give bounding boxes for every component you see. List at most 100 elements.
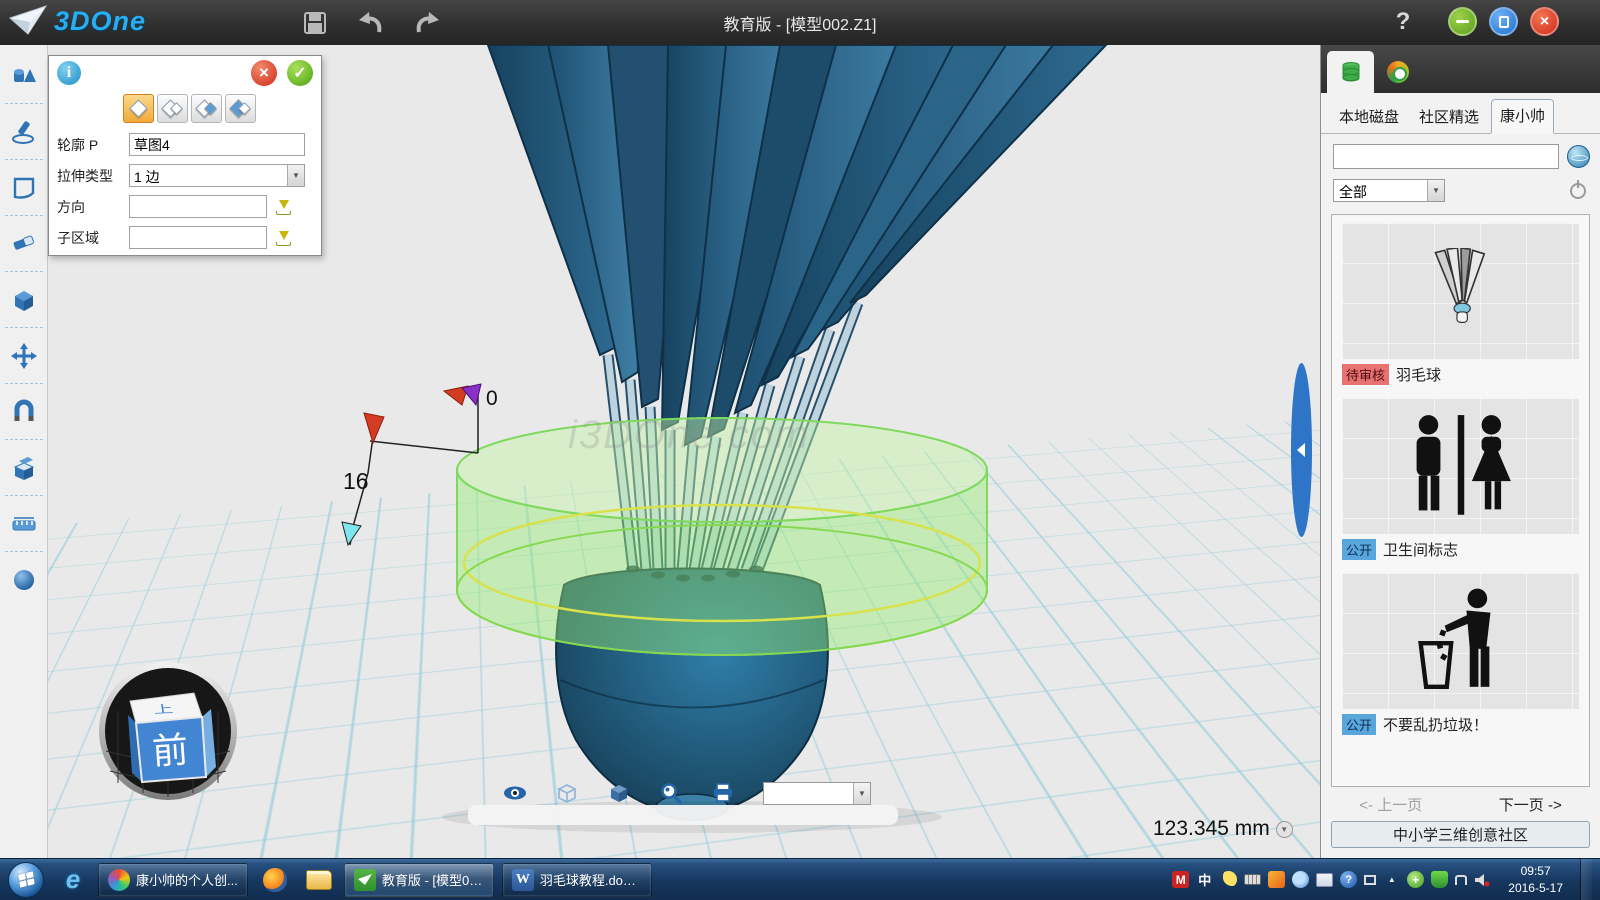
sidebar-collapse-handle[interactable]: [1291, 363, 1312, 537]
toolbar-separator: [5, 271, 43, 272]
watermark: i3DOne.com: [568, 413, 928, 458]
maximize-button[interactable]: [1489, 7, 1518, 36]
moon-tray-icon[interactable]: [1220, 871, 1237, 888]
sidebar-tabstrip: [1321, 45, 1600, 93]
taskbar-app-3done[interactable]: 教育版 - [模型00...: [344, 863, 494, 897]
list-item-no-littering[interactable]: 公开 不要乱扔垃圾！: [1342, 573, 1579, 735]
dialog-cancel-button[interactable]: ×: [251, 60, 277, 86]
extrude-mode-base[interactable]: [123, 94, 154, 123]
dialog-confirm-button[interactable]: ✓: [287, 60, 313, 86]
profile-row: 轮廓 P: [49, 129, 321, 160]
measurement-readout: 123.345 mm ▼: [1153, 817, 1293, 841]
extrude-mode-add[interactable]: [157, 94, 188, 123]
volume-muted-tray-icon[interactable]: [1474, 871, 1491, 888]
wireframe-cube-icon[interactable]: [555, 781, 579, 805]
extrude-mode-row: [49, 90, 321, 129]
edit-sketch-tool[interactable]: [2, 163, 46, 212]
prev-page-button[interactable]: <- 上一页: [1359, 794, 1422, 815]
window-title: 教育版 - [模型002.Z1]: [0, 0, 1600, 45]
drag-cone-red[interactable]: [364, 413, 384, 443]
search-input[interactable]: [1333, 144, 1559, 169]
extrude-type-select[interactable]: 1 边 ▼: [129, 164, 305, 187]
print-icon[interactable]: [711, 781, 735, 805]
erase-tool[interactable]: [2, 219, 46, 268]
feature-tool[interactable]: [2, 275, 46, 324]
keyboard-tray-icon[interactable]: [1244, 874, 1261, 885]
view-preset-dropdown[interactable]: ▼: [763, 782, 871, 805]
toolbar-separator: [5, 383, 43, 384]
redo-icon[interactable]: [412, 8, 442, 38]
extrude-mode-subtract[interactable]: [191, 94, 222, 123]
window-tray-icon[interactable]: [1364, 875, 1376, 885]
item-label: 卫生间标志: [1383, 539, 1458, 560]
subregion-input[interactable]: [129, 226, 267, 249]
community-icon: [1387, 61, 1409, 83]
profile-input[interactable]: [129, 133, 305, 156]
show-hidden-icons[interactable]: ▲: [1383, 871, 1400, 888]
zoom-search-icon[interactable]: [659, 781, 683, 805]
shuttlecock-thumbnail: [1342, 223, 1579, 359]
refresh-power-icon[interactable]: [1570, 183, 1586, 199]
tray-clock[interactable]: 09:57 2016-5-17: [1498, 863, 1573, 895]
show-desktop-button[interactable]: [1580, 859, 1592, 900]
help-button[interactable]: ?: [1388, 8, 1418, 38]
subregion-label: 子区域: [57, 228, 129, 248]
measurement-expander-icon[interactable]: ▼: [1276, 821, 1293, 838]
material-tool[interactable]: [2, 555, 46, 604]
pagination: <- 上一页 下一页 ->: [1321, 791, 1600, 817]
move-tool[interactable]: [2, 331, 46, 380]
tab-community-picks[interactable]: 社区精选: [1411, 101, 1487, 133]
taskbar-app-personal[interactable]: 康小帅的个人创...: [98, 863, 248, 897]
ime-tray-icon[interactable]: 中: [1196, 871, 1213, 888]
visibility-eye-icon[interactable]: [503, 781, 527, 805]
start-button[interactable]: [8, 862, 44, 898]
ie-taskbar-icon[interactable]: e: [54, 863, 92, 897]
extrude-mode-intersect[interactable]: [225, 94, 256, 123]
mail-tray-icon[interactable]: M: [1172, 871, 1189, 888]
taskbar-app-word[interactable]: W 羽毛球教程.docx ...: [502, 863, 652, 897]
view-cube[interactable]: 前 上: [98, 661, 238, 801]
solid-cube-icon[interactable]: [607, 781, 631, 805]
safety-tray-icon[interactable]: +: [1407, 871, 1424, 888]
tab-local-disk[interactable]: 本地磁盘: [1331, 101, 1407, 133]
profile-label: 轮廓 P: [57, 135, 129, 155]
primitives-tool[interactable]: [2, 51, 46, 100]
tab-user-kangxiaoshuai[interactable]: 康小帅: [1491, 99, 1554, 134]
community-site-button[interactable]: 中小学三维创意社区: [1331, 821, 1590, 848]
search-doc-tray-icon[interactable]: [1292, 871, 1309, 888]
toolbar-separator: [5, 159, 43, 160]
minimize-button[interactable]: [1448, 7, 1477, 36]
help-tray-icon[interactable]: ?: [1340, 871, 1357, 888]
tab-community[interactable]: [1374, 51, 1421, 93]
direction-row: 方向: [49, 191, 321, 222]
network-tray-icon[interactable]: [1455, 875, 1467, 885]
undo-icon[interactable]: [356, 8, 386, 38]
sketch-rect-icon: [11, 175, 37, 201]
measurement-value: 123.345 mm: [1153, 817, 1270, 841]
constraint-tool[interactable]: [2, 387, 46, 436]
direction-pick-icon[interactable]: [275, 198, 293, 216]
tab-library[interactable]: [1327, 51, 1374, 93]
notes-tray-icon[interactable]: [1316, 873, 1333, 887]
category-filter-select[interactable]: 全部 ▼: [1333, 179, 1445, 202]
drag-handle-cyan[interactable]: [342, 522, 361, 545]
extrude-dialog: i × ✓ 轮廓 P 拉伸类型 1 边 ▼ 方向 子区域: [48, 55, 322, 256]
measure-tool[interactable]: [2, 499, 46, 548]
direction-input[interactable]: [129, 195, 267, 218]
list-item-restroom[interactable]: 公开 卫生间标志: [1342, 398, 1579, 560]
subregion-pick-icon[interactable]: [275, 229, 293, 247]
resource-sidebar: 本地磁盘 社区精选 康小帅 全部 ▼: [1320, 45, 1600, 858]
sogou-tray-icon[interactable]: [1268, 871, 1285, 888]
explorer-taskbar-icon[interactable]: [300, 863, 338, 897]
sketch-tool[interactable]: [2, 107, 46, 156]
shield-tray-icon[interactable]: [1431, 871, 1448, 888]
search-globe-icon[interactable]: [1567, 145, 1590, 168]
list-item-shuttlecock[interactable]: 待审核 羽毛球: [1342, 223, 1579, 385]
save-icon[interactable]: [300, 8, 330, 38]
close-button[interactable]: ×: [1530, 7, 1559, 36]
combine-tool[interactable]: [2, 443, 46, 492]
firefox-taskbar-icon[interactable]: [256, 863, 294, 897]
next-page-button[interactable]: 下一页 ->: [1499, 794, 1562, 815]
dim-zero-label: 0: [486, 387, 498, 410]
magnet-icon: [11, 399, 37, 425]
